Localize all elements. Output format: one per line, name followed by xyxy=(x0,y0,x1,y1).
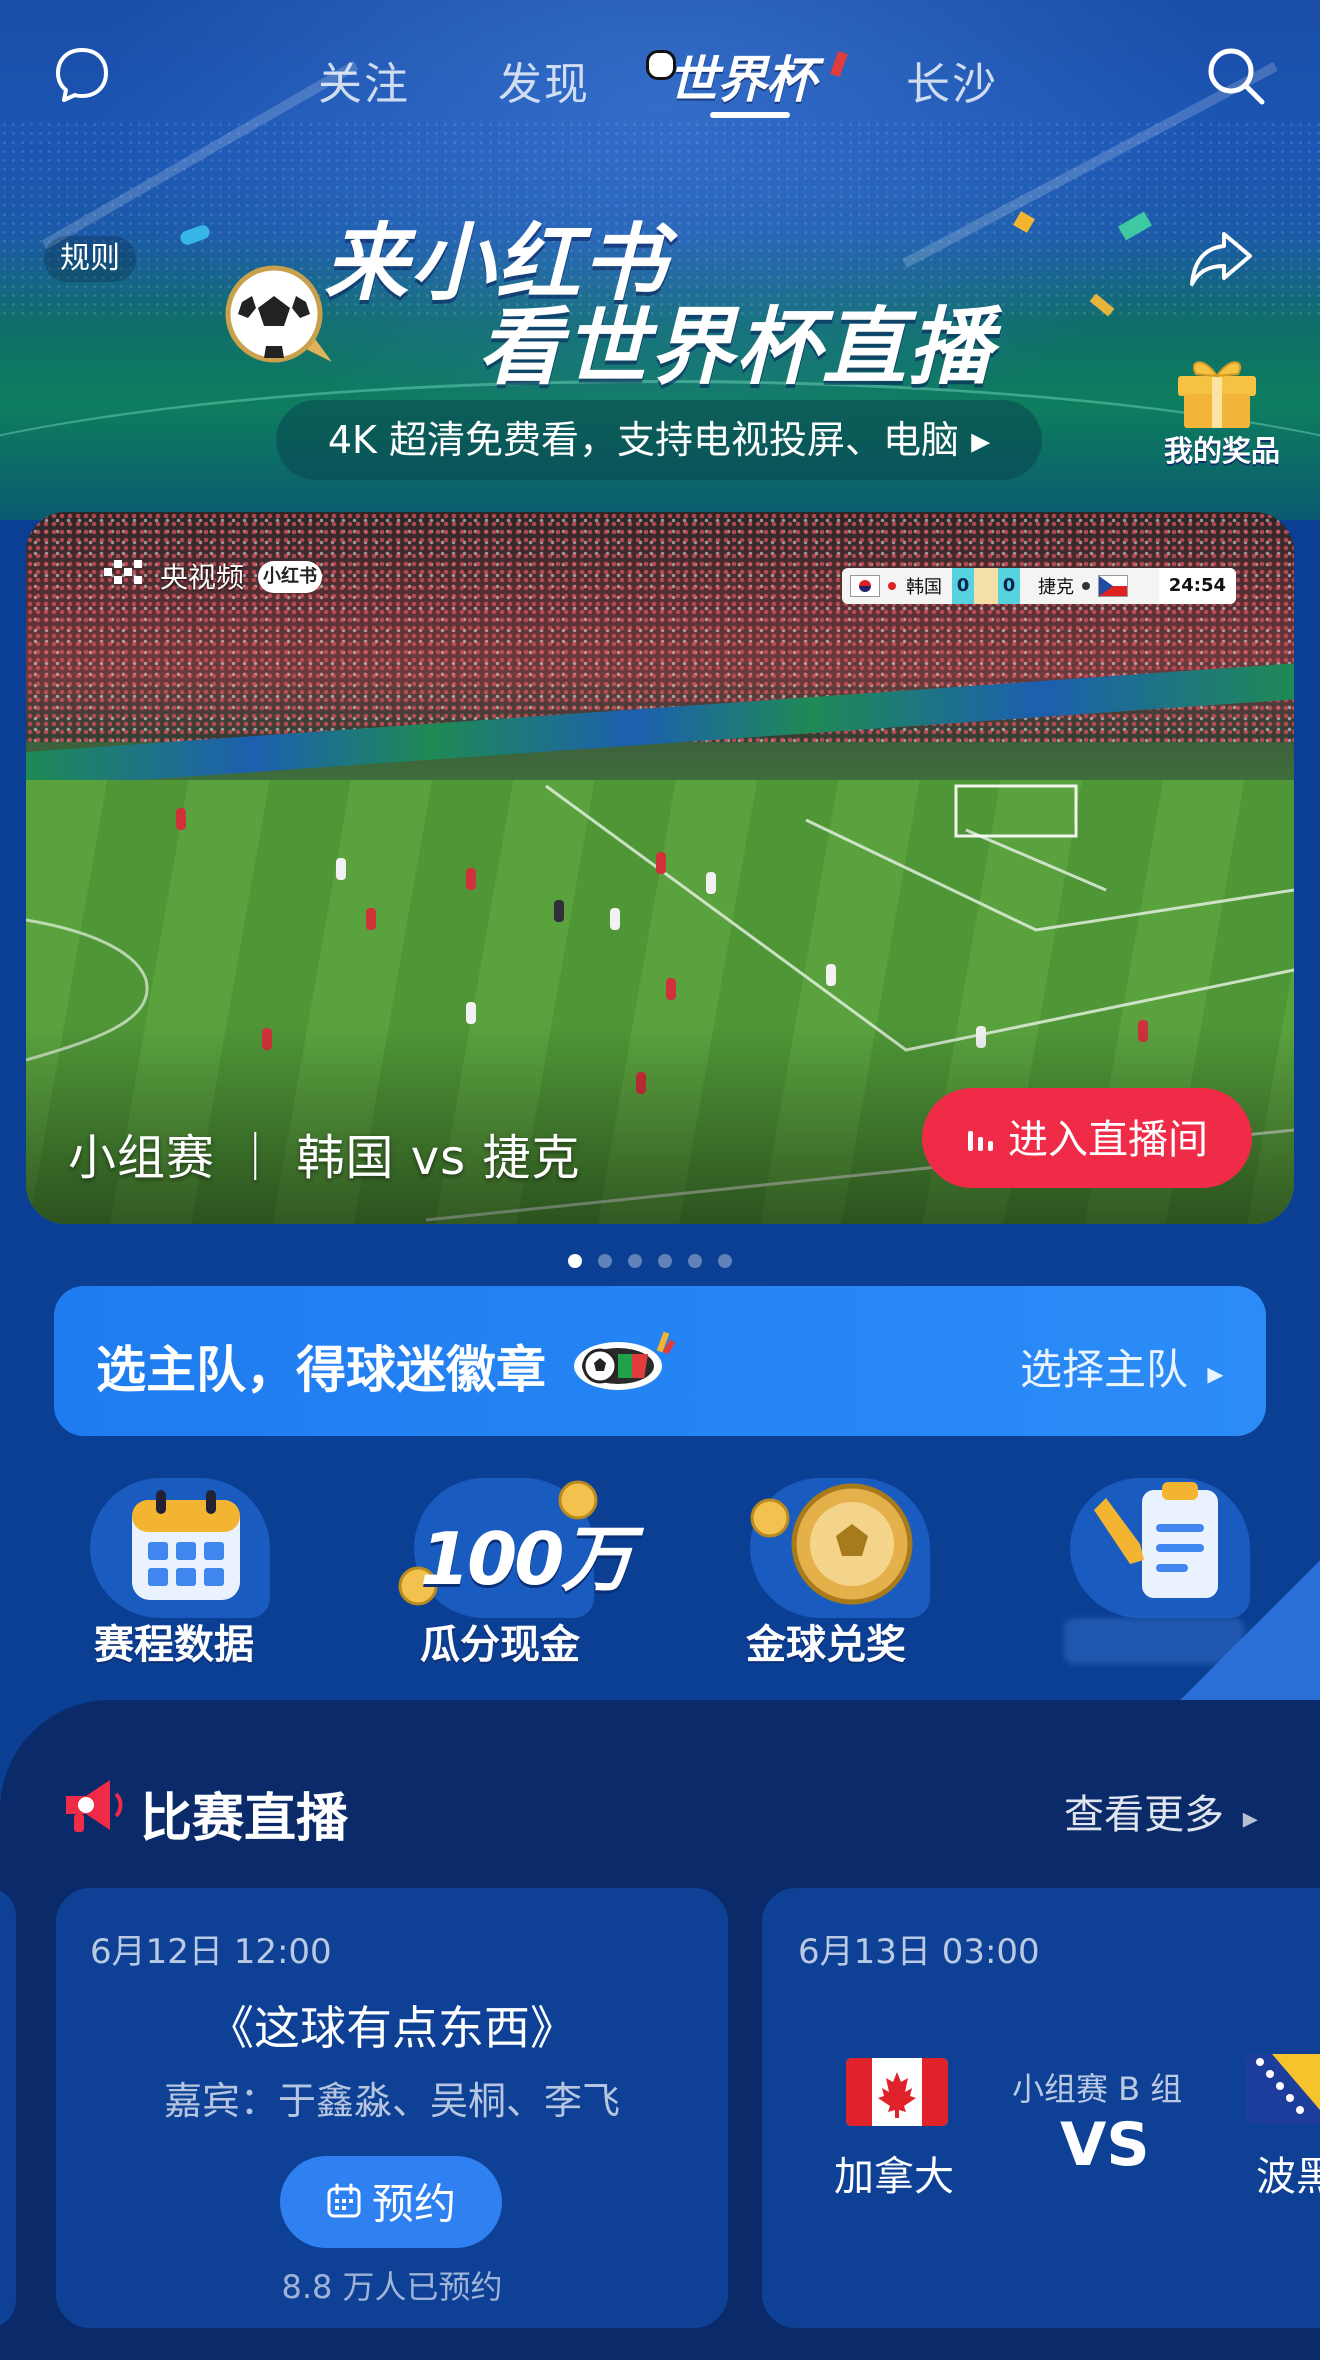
gift-icon[interactable] xyxy=(1172,350,1262,430)
match-clock: 24:54 xyxy=(1158,568,1236,604)
rules-button[interactable]: 规则 xyxy=(44,236,136,282)
quick-label-cash: 瓜分现金 xyxy=(420,1622,580,1668)
reserve-count: 8.8 万人已预约 xyxy=(281,2268,503,2306)
pager-dot[interactable] xyxy=(598,1254,612,1268)
pager-dot[interactable] xyxy=(658,1254,672,1268)
enter-live-room-label: 进入直播间 xyxy=(1008,1117,1208,1163)
see-more-link[interactable]: 查看更多 ▸ xyxy=(1064,1782,1258,1840)
message-icon[interactable] xyxy=(52,44,112,104)
player xyxy=(336,858,346,880)
play-arrow-icon: ▸ xyxy=(1207,1354,1224,1392)
match-title: 小组赛 ｜ 韩国 vs 捷克 xyxy=(68,1130,581,1186)
show-title: 《这球有点东西》 xyxy=(208,2001,576,2055)
hero-subtitle-text: 4K 超清免费看，支持电视投屏、电脑 xyxy=(327,418,959,462)
white-card-dot-icon xyxy=(1082,582,1090,590)
pager-dot[interactable] xyxy=(568,1254,582,1268)
pager-dot[interactable] xyxy=(688,1254,702,1268)
match-card-peek[interactable] xyxy=(0,1888,16,2328)
cctv-logo-icon xyxy=(104,560,148,590)
share-icon[interactable] xyxy=(1188,228,1254,288)
card-time: 6月13日 03:00 xyxy=(798,1932,1040,1972)
quick-label-schedule: 赛程数据 xyxy=(94,1622,254,1668)
player xyxy=(466,868,476,890)
see-more-label: 查看更多 xyxy=(1064,1792,1224,1838)
hero-subtitle[interactable]: 4K 超清免费看，支持电视投屏、电脑 ▸ xyxy=(276,400,1042,480)
card-time: 6月12日 12:00 xyxy=(90,1932,332,1972)
fan-badge-icon xyxy=(568,1326,678,1396)
gold-ball-icon xyxy=(740,1474,940,1628)
megaphone-icon xyxy=(56,1770,126,1840)
live-bars-icon xyxy=(966,1090,996,1190)
corner-accent xyxy=(1180,1560,1320,1700)
away-team-name: 捷克 xyxy=(1038,577,1074,598)
player xyxy=(826,964,836,986)
away-score: 0 xyxy=(998,568,1020,604)
home-score: 0 xyxy=(952,568,974,604)
team1-name: 加拿大 xyxy=(834,2154,954,2200)
canada-flag-icon xyxy=(846,2058,948,2126)
enter-live-room-button[interactable]: 进入直播间 xyxy=(922,1088,1252,1188)
show-guests: 嘉宾：于鑫淼、吴桐、李飞 xyxy=(163,2079,620,2123)
player xyxy=(466,1002,476,1024)
calendar-icon xyxy=(126,1486,246,1610)
vs-label: VS xyxy=(1060,2110,1150,2180)
tab-follow[interactable]: 关注 xyxy=(318,48,410,112)
hero-title-line2: 看世界杯直播 xyxy=(478,298,995,396)
scoreboard: 韩国 0 0 捷克 24:54 xyxy=(842,568,1236,604)
calendar-small-icon xyxy=(326,2159,362,2251)
search-icon[interactable] xyxy=(1204,44,1268,108)
quick-action-cash[interactable]: 100万 xyxy=(398,1474,633,1624)
pager-dot[interactable] xyxy=(628,1254,642,1268)
play-arrow-icon: ▸ xyxy=(971,418,991,462)
choose-team-label: 选择主队 xyxy=(1020,1345,1189,1394)
tab-discover[interactable]: 发现 xyxy=(498,48,590,112)
home-team-name: 韩国 xyxy=(906,577,942,598)
section-title: 比赛直播 xyxy=(140,1789,349,1849)
quick-action-schedule[interactable] xyxy=(80,1474,270,1624)
cash-badge-text: 100万 xyxy=(420,1517,633,1601)
platform-badge: 小红书 xyxy=(258,561,322,593)
pager-dot[interactable] xyxy=(718,1254,732,1268)
player xyxy=(706,872,716,894)
my-prizes-label[interactable]: 我的奖品 xyxy=(1152,428,1292,470)
player xyxy=(176,808,186,830)
czech-flag-icon xyxy=(1098,575,1128,597)
reserve-button[interactable]: 预约 xyxy=(280,2156,502,2248)
bosnia-flag-icon xyxy=(1246,2054,1320,2124)
choose-team-title: 选主队，得球迷徽章 xyxy=(96,1341,546,1399)
match-group: 小组赛 B 组 xyxy=(1012,2070,1183,2108)
player xyxy=(666,978,676,1000)
red-card-dot-icon xyxy=(888,582,896,590)
play-arrow-icon: ▸ xyxy=(1242,1801,1258,1836)
team2-name: 波黑 xyxy=(1256,2154,1320,2200)
choose-team-button[interactable]: 选择主队 ▸ xyxy=(1020,1336,1223,1397)
tab-world-cup[interactable]: 世界杯 xyxy=(668,40,816,112)
korea-flag-icon xyxy=(850,575,880,597)
player xyxy=(610,908,620,930)
active-tab-indicator xyxy=(710,112,790,118)
player xyxy=(366,908,376,930)
quick-action-gold-ball[interactable] xyxy=(740,1474,940,1624)
tab-changsha[interactable]: 长沙 xyxy=(906,48,998,112)
quick-label-gold-ball: 金球兑奖 xyxy=(746,1622,906,1668)
player xyxy=(656,852,666,874)
reserve-label: 预约 xyxy=(371,2179,456,2229)
broadcaster-label: 央视频 xyxy=(160,561,245,594)
player xyxy=(554,900,564,922)
trophy-icon xyxy=(974,568,998,604)
